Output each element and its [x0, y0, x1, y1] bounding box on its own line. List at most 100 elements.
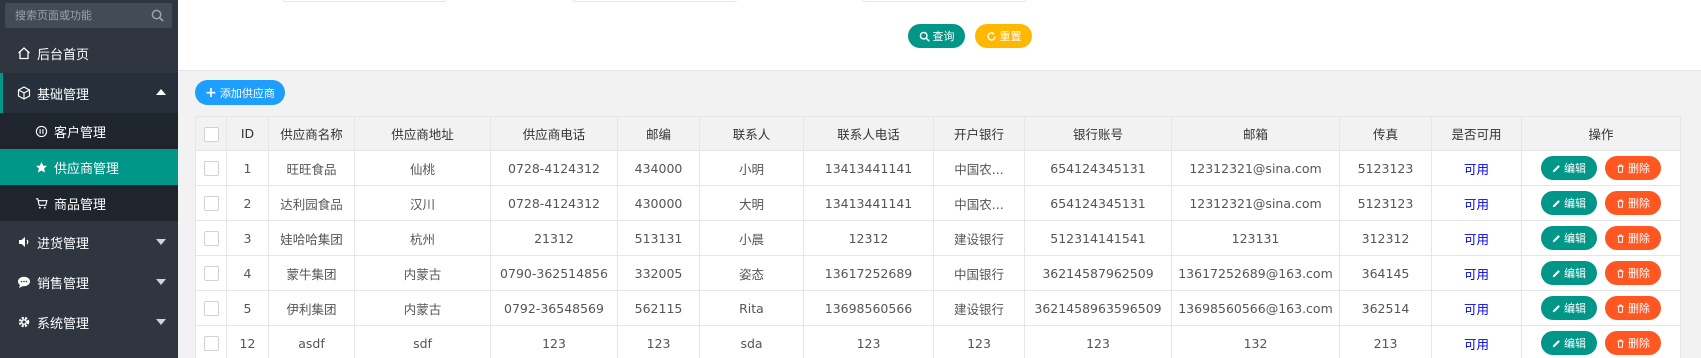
- table-row[interactable]: 12 asdf sdf 123 123 sda 123 123 123 132 213 可用 编辑 删除: [195, 325, 1681, 358]
- sidebar-search: [5, 3, 172, 28]
- cell-bank: 建设银行: [933, 220, 1025, 256]
- cell-supplier-name: 蒙牛集团: [268, 255, 355, 291]
- cell-bank: 123: [933, 325, 1025, 358]
- delete-button[interactable]: 删除: [1605, 191, 1661, 215]
- row-checkbox[interactable]: [203, 161, 219, 176]
- edit-button[interactable]: 编辑: [1541, 226, 1597, 250]
- column-header[interactable]: 开户银行: [933, 116, 1025, 151]
- row-actions: 编辑 删除: [1521, 325, 1681, 358]
- edit-label: 编辑: [1564, 162, 1586, 175]
- filter-field-3[interactable]: [862, 0, 1027, 2]
- delete-button[interactable]: 删除: [1605, 261, 1661, 285]
- pencil-icon: [1552, 234, 1560, 242]
- row-actions: 编辑 删除: [1521, 255, 1681, 291]
- chevron-down-icon: [156, 239, 166, 245]
- table-body: 1 旺旺食品 仙桃 0728-4124312 434000 小明 13413441141 中国…: [195, 150, 1681, 358]
- table-row[interactable]: 4 蒙牛集团 内蒙古 0790-362514856 332005 姿态 1361725268…: [195, 255, 1681, 291]
- edit-button[interactable]: 编辑: [1541, 296, 1597, 320]
- cell-bank-account: 654124345131: [1024, 185, 1172, 221]
- column-header[interactable]: 操作: [1521, 116, 1681, 151]
- plus-icon: +: [205, 84, 217, 101]
- column-header[interactable]: 邮编: [617, 116, 700, 151]
- cell-supplier-address: 杭州: [354, 220, 491, 256]
- cell-id: 12: [226, 325, 269, 358]
- sidebar-group-sales[interactable]: 销售管理: [0, 262, 178, 302]
- cell-id: 4: [226, 255, 269, 291]
- add-supplier-button[interactable]: + 添加供应商: [195, 80, 285, 105]
- search-input[interactable]: [5, 3, 145, 28]
- sidebar-item-products[interactable]: 商品管理: [0, 185, 178, 221]
- cell-contact: Rita: [699, 290, 804, 326]
- delete-button[interactable]: 删除: [1605, 156, 1661, 180]
- edit-label: 编辑: [1564, 302, 1586, 315]
- row-checkbox[interactable]: [203, 196, 219, 211]
- filter-field-2[interactable]: [572, 0, 737, 2]
- sidebar-item-customers[interactable]: 客户管理: [0, 113, 178, 149]
- column-header[interactable]: ID: [226, 116, 269, 151]
- column-header[interactable]: 供应商电话: [490, 116, 618, 151]
- cell-available: 可用: [1431, 325, 1522, 358]
- query-button[interactable]: 查询: [908, 24, 965, 48]
- cell-contact: 姿态: [699, 255, 804, 291]
- sidebar-group-label: 系统管理: [37, 316, 90, 332]
- sidebar-group-purchase[interactable]: 进货管理: [0, 222, 178, 262]
- edit-button[interactable]: 编辑: [1541, 331, 1597, 355]
- table-header-row: ID 供应商名称 供应商地址 供应商电话 邮编 联系人 联系人电话 开户银行 银…: [195, 116, 1681, 151]
- row-select-cell: [195, 150, 227, 186]
- row-checkbox[interactable]: [203, 231, 219, 246]
- cell-supplier-phone: 0792-36548569: [490, 290, 618, 326]
- sidebar-group-label: 销售管理: [37, 276, 90, 292]
- sidebar-group-basic[interactable]: 基础管理: [0, 73, 178, 113]
- table-row[interactable]: 2 达利园食品 汉川 0728-4124312 430000 大明 13413441141 中…: [195, 185, 1681, 221]
- filter-field-1[interactable]: [282, 0, 447, 2]
- cell-supplier-address: 仙桃: [354, 150, 491, 186]
- delete-label: 删除: [1628, 197, 1650, 210]
- pencil-icon: [1552, 304, 1560, 312]
- chevron-up-icon: [156, 89, 166, 95]
- cell-supplier-address: sdf: [354, 325, 491, 358]
- cell-supplier-phone: 21312: [490, 220, 618, 256]
- row-checkbox[interactable]: [203, 336, 219, 351]
- pencil-icon: [1552, 269, 1560, 277]
- edit-button[interactable]: 编辑: [1541, 261, 1597, 285]
- cell-supplier-phone: 0790-362514856: [490, 255, 618, 291]
- delete-label: 删除: [1628, 302, 1650, 315]
- sidebar-item-suppliers[interactable]: 供应商管理: [0, 149, 178, 185]
- column-header[interactable]: 是否可用: [1431, 116, 1522, 151]
- sidebar-group-system[interactable]: 系统管理: [0, 302, 178, 342]
- cell-email: 13617252689@163.com: [1171, 255, 1340, 291]
- table-row[interactable]: 1 旺旺食品 仙桃 0728-4124312 434000 小明 13413441141 中国…: [195, 150, 1681, 186]
- sidebar-item-home[interactable]: 后台首页: [0, 33, 178, 73]
- reset-button[interactable]: 重置: [975, 24, 1032, 48]
- column-header[interactable]: 供应商地址: [354, 116, 491, 151]
- delete-button[interactable]: 删除: [1605, 296, 1661, 320]
- cell-supplier-name: 达利园食品: [268, 185, 355, 221]
- edit-label: 编辑: [1564, 232, 1586, 245]
- row-checkbox[interactable]: [203, 266, 219, 281]
- column-header[interactable]: 银行账号: [1024, 116, 1172, 151]
- table-row[interactable]: 5 伊利集团 内蒙古 0792-36548569 562115 Rita 136985605…: [195, 290, 1681, 326]
- cell-contact: 小明: [699, 150, 804, 186]
- table-row[interactable]: 3 娃哈哈集团 杭州 21312 513131 小晨 12312 建设银行 5123141415…: [195, 220, 1681, 256]
- edit-button[interactable]: 编辑: [1541, 191, 1597, 215]
- delete-button[interactable]: 删除: [1605, 331, 1661, 355]
- sidebar-group-label: 基础管理: [37, 87, 90, 103]
- select-all-cell: [195, 116, 227, 151]
- column-header[interactable]: 传真: [1339, 116, 1432, 151]
- cell-contact-phone: 13413441141: [803, 185, 934, 221]
- cell-supplier-address: 内蒙古: [354, 290, 491, 326]
- edit-button[interactable]: 编辑: [1541, 156, 1597, 180]
- column-header[interactable]: 邮箱: [1171, 116, 1340, 151]
- row-checkbox[interactable]: [203, 301, 219, 316]
- cell-fax: 213: [1339, 325, 1432, 358]
- search-icon[interactable]: [151, 9, 164, 22]
- delete-button[interactable]: 删除: [1605, 226, 1661, 250]
- cell-email: 132: [1171, 325, 1340, 358]
- row-select-cell: [195, 185, 227, 221]
- chevron-down-icon: [156, 279, 166, 285]
- select-all-checkbox[interactable]: [203, 126, 219, 142]
- cell-supplier-phone: 0728-4124312: [490, 150, 618, 186]
- column-header[interactable]: 联系人: [699, 116, 804, 151]
- column-header[interactable]: 联系人电话: [803, 116, 934, 151]
- column-header[interactable]: 供应商名称: [268, 116, 355, 151]
